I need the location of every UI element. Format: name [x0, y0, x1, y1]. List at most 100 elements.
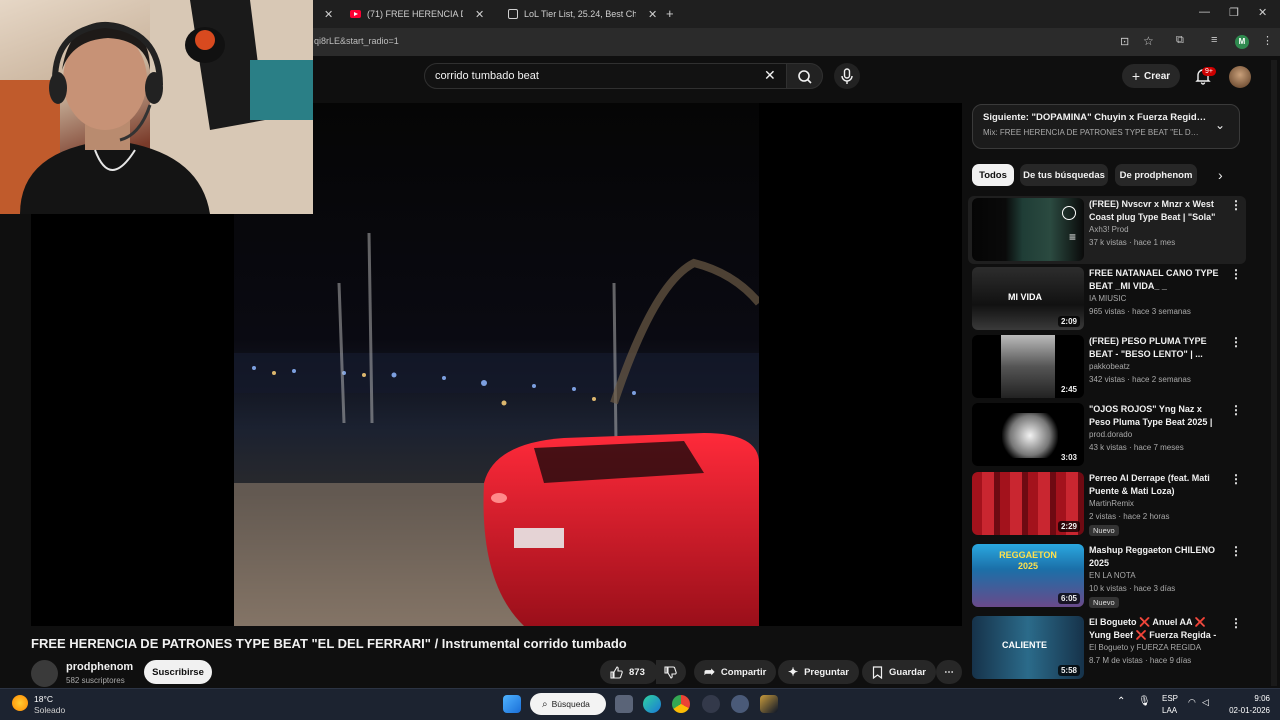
close-tab-icon[interactable]: ✕: [648, 8, 657, 21]
close-window-icon[interactable]: ✕: [1258, 6, 1267, 19]
recommendation-title[interactable]: (FREE) Nvscvr x Mnzr x West Coast plug T…: [1089, 198, 1221, 224]
input-language[interactable]: ESP: [1162, 694, 1178, 703]
save-button[interactable]: Guardar: [862, 660, 936, 684]
recommendation-channel[interactable]: prod.dorado: [1089, 430, 1132, 439]
weather-sun-icon[interactable]: [12, 695, 28, 711]
channel-avatar[interactable]: [31, 660, 58, 687]
recommendation-item[interactable]: 2:45 (FREE) PESO PLUMA TYPE BEAT - "BESO…: [968, 333, 1246, 401]
video-thumbnail[interactable]: MI VIDA 2:09: [972, 267, 1084, 330]
input-layout[interactable]: LAA: [1162, 706, 1177, 715]
clear-search-icon[interactable]: ✕: [764, 67, 776, 84]
recommendation-channel[interactable]: EN LA NOTA: [1089, 571, 1136, 580]
video-thumbnail[interactable]: 2:45: [972, 335, 1084, 398]
chip-de-prodphenom[interactable]: De prodphenom: [1115, 164, 1197, 186]
recommendation-title[interactable]: El Bogueto ❌ Anuel AA ❌ Yung Beef ❌ Fuer…: [1089, 616, 1221, 642]
chevron-right-icon[interactable]: ›: [1218, 167, 1223, 183]
taskbar-search-box[interactable]: ⌕ Búsqueda: [530, 693, 606, 715]
subscribe-button[interactable]: Suscribirse: [144, 660, 212, 684]
recommendation-item[interactable]: REGGAETON 2025 6:05 Mashup Reggaeton CHI…: [968, 542, 1246, 610]
recommendation-title[interactable]: FREE NATANAEL CANO TYPE BEAT _MI VIDA_ _…: [1089, 267, 1221, 293]
share-label: Compartir: [720, 666, 767, 678]
sidebar-scrollbar[interactable]: [1271, 60, 1277, 686]
video-thumbnail[interactable]: ≡: [972, 198, 1084, 261]
league-client-icon[interactable]: [760, 695, 778, 713]
video-title: FREE HERENCIA DE PATRONES TYPE BEAT "EL …: [31, 636, 627, 651]
recommendation-channel[interactable]: pakkobeatz: [1089, 362, 1130, 371]
chip-todos[interactable]: Todos: [972, 164, 1014, 186]
voice-search-button[interactable]: [834, 63, 860, 89]
watch-later-icon[interactable]: [1062, 206, 1076, 220]
clock-date[interactable]: 02-01-2026: [1218, 706, 1270, 715]
recommendation-title[interactable]: Mashup Reggaeton CHILENO 2025: [1089, 544, 1221, 570]
recommendation-meta: 37 k vistas · hace 1 mes: [1089, 238, 1176, 247]
browser-tab-lol[interactable]: LoL Tier List, 25.24, Best Champ ✕: [508, 4, 658, 24]
add-to-queue-icon[interactable]: ≡: [1069, 230, 1076, 244]
weather-description[interactable]: Soleado: [34, 705, 65, 715]
thumbnail-photo: [1002, 413, 1058, 458]
channel-name[interactable]: prodphenom: [66, 661, 133, 673]
maximize-icon[interactable]: ❐: [1229, 6, 1239, 19]
file-explorer-icon[interactable]: [615, 695, 633, 713]
more-vertical-icon[interactable]: ⋮: [1230, 616, 1242, 630]
share-button[interactable]: ➦ Compartir: [694, 660, 777, 684]
url-field[interactable]: qi8rLE&start_radio=1: [314, 36, 399, 46]
new-tab-button[interactable]: +: [666, 6, 674, 21]
wifi-icon[interactable]: ◠: [1188, 697, 1196, 708]
like-button[interactable]: 873: [600, 660, 658, 684]
video-thumbnail[interactable]: 3:03: [972, 403, 1084, 466]
chrome-browser-icon[interactable]: [672, 695, 690, 713]
search-button[interactable]: [786, 63, 823, 89]
create-button[interactable]: + Crear: [1122, 64, 1180, 88]
tray-chevron-icon[interactable]: ⌃: [1117, 696, 1125, 707]
plus-icon: +: [1131, 68, 1141, 84]
chevron-down-icon[interactable]: ⌄: [1215, 118, 1225, 132]
recommendation-title[interactable]: Perreo Al Derrape (feat. Mati Puente & M…: [1089, 472, 1221, 498]
account-avatar[interactable]: [1229, 66, 1251, 88]
browser-menu-icon[interactable]: ⋮: [1262, 34, 1273, 47]
app-icon[interactable]: [702, 695, 720, 713]
recommendation-channel[interactable]: Axh3! Prod: [1089, 225, 1129, 234]
recommendation-title[interactable]: "OJOS ROJOS" Yng Naz x Peso Pluma Type B…: [1089, 403, 1221, 429]
volume-icon[interactable]: ◁: [1202, 697, 1209, 708]
recommendation-channel[interactable]: MartinRemix: [1089, 499, 1134, 508]
settings-gear-icon[interactable]: [731, 695, 749, 713]
recommendation-item[interactable]: CALIENTE 5:58 El Bogueto ❌ Anuel AA ❌ Yu…: [968, 614, 1246, 682]
more-vertical-icon[interactable]: ⋮: [1230, 544, 1242, 558]
video-thumbnail[interactable]: CALIENTE 5:58: [972, 616, 1084, 679]
weather-temperature[interactable]: 18°C: [34, 694, 53, 704]
recommendation-meta: 342 vistas · hace 2 semanas: [1089, 375, 1191, 384]
recommendation-item[interactable]: 3:03 "OJOS ROJOS" Yng Naz x Peso Pluma T…: [968, 401, 1246, 469]
more-vertical-icon[interactable]: ⋮: [1230, 472, 1242, 486]
recommendation-item[interactable]: ≡ (FREE) Nvscvr x Mnzr x West Coast plug…: [968, 196, 1246, 264]
more-actions-button[interactable]: ⋯: [936, 660, 962, 684]
recommendation-item[interactable]: 2:29 Perreo Al Derrape (feat. Mati Puent…: [968, 470, 1246, 538]
up-next-panel[interactable]: [972, 104, 1240, 149]
more-vertical-icon[interactable]: ⋮: [1230, 267, 1242, 281]
video-thumbnail[interactable]: 2:29: [972, 472, 1084, 535]
browser-tab-partial[interactable]: ✕: [314, 4, 333, 24]
video-thumbnail[interactable]: REGGAETON 2025 6:05: [972, 544, 1084, 607]
recommendation-channel[interactable]: IA MIUSIC: [1089, 294, 1126, 303]
video-duration: 6:05: [1057, 593, 1080, 604]
clock-time[interactable]: 9:06: [1226, 694, 1270, 703]
bookmark-star-icon[interactable]: ☆: [1143, 34, 1154, 48]
install-app-icon[interactable]: ⊡: [1120, 35, 1129, 48]
recommendation-item[interactable]: MI VIDA 2:09 FREE NATANAEL CANO TYPE BEA…: [968, 265, 1246, 333]
windows-start-icon[interactable]: [503, 695, 521, 713]
recommendation-channel[interactable]: El Bogueto y FUERZA REGIDA: [1089, 643, 1201, 652]
browser-tab-youtube[interactable]: (71) FREE HERENCIA DE PAT ✕: [350, 4, 500, 24]
edge-browser-icon[interactable]: [643, 695, 661, 713]
more-vertical-icon[interactable]: ⋮: [1230, 198, 1242, 212]
more-vertical-icon[interactable]: ⋮: [1230, 335, 1242, 349]
close-tab-icon[interactable]: ✕: [475, 8, 484, 21]
media-control-icon[interactable]: ≡: [1211, 34, 1217, 46]
profile-avatar[interactable]: M: [1235, 35, 1249, 49]
recommendation-title[interactable]: (FREE) PESO PLUMA TYPE BEAT - "BESO LENT…: [1089, 335, 1221, 361]
ask-button[interactable]: ✦ Preguntar: [778, 660, 859, 684]
tray-microphone-icon[interactable]: 🎙︎: [1138, 696, 1151, 707]
extensions-icon[interactable]: ⧉: [1176, 34, 1184, 47]
chip-de-tus-busquedas[interactable]: De tus búsquedas: [1020, 164, 1108, 186]
dislike-button[interactable]: [656, 660, 686, 684]
minimize-icon[interactable]: —: [1199, 6, 1210, 18]
more-vertical-icon[interactable]: ⋮: [1230, 403, 1242, 417]
